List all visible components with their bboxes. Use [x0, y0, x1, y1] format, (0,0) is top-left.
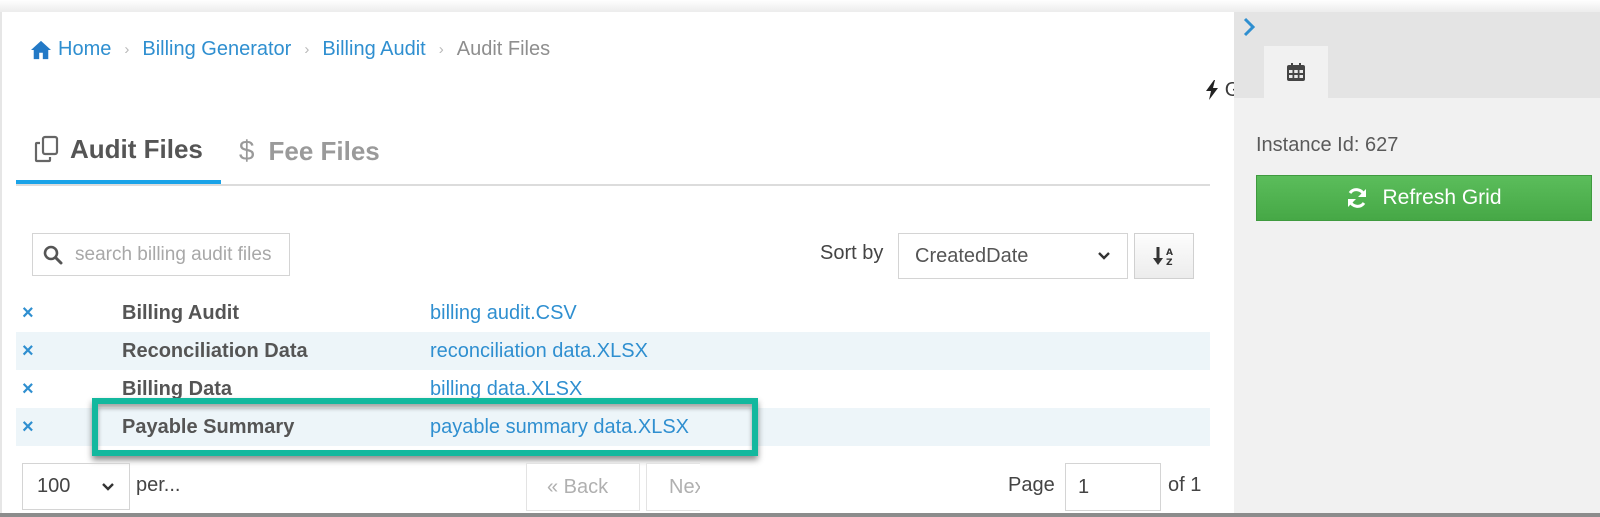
breadcrumb-billing-audit[interactable]: Billing Audit: [322, 38, 425, 61]
back-label: « Back: [547, 475, 609, 498]
copy-icon: [34, 135, 59, 163]
breadcrumb: Home › Billing Generator › Billing Audit…: [30, 38, 550, 61]
svg-text:A: A: [1166, 248, 1173, 258]
delete-icon[interactable]: ×: [16, 340, 122, 363]
search-box: [32, 233, 290, 276]
per-page-select[interactable]: 100: [22, 463, 130, 510]
tab-audit-files-label: Audit Files: [70, 133, 203, 164]
sort-direction-button[interactable]: A Z: [1134, 233, 1194, 279]
top-shadow: [0, 0, 1600, 12]
refresh-grid-label: Refresh Grid: [1382, 186, 1502, 209]
breadcrumb-separator: ›: [124, 41, 130, 58]
file-type: Billing Audit: [122, 301, 240, 324]
delete-icon[interactable]: ×: [16, 416, 122, 439]
file-link[interactable]: reconciliation data.XLSX: [430, 340, 648, 363]
side-panel: Instance Id: 627 Refresh Grid: [1234, 12, 1600, 513]
chevron-down-icon: [1098, 252, 1110, 260]
calendar-icon: [1287, 63, 1305, 81]
page-number-input[interactable]: [1065, 463, 1161, 511]
per-page-label: per...: [136, 474, 181, 496]
sort-alpha-asc-icon: A Z: [1153, 247, 1173, 267]
delete-icon[interactable]: ×: [16, 302, 122, 325]
file-link[interactable]: billing audit.CSV: [430, 302, 577, 325]
list-item: × Billing Data billing data.XLSX: [16, 370, 1210, 408]
refresh-icon: [1348, 188, 1367, 208]
page-total: of 1: [1168, 474, 1202, 496]
file-link[interactable]: payable summary data.XLSX: [430, 416, 689, 439]
calendar-tab[interactable]: [1264, 46, 1328, 98]
delete-icon[interactable]: ×: [16, 378, 122, 401]
page-label: Page: [1008, 474, 1055, 496]
breadcrumb-separator: ›: [438, 41, 444, 58]
breadcrumb-home[interactable]: Home: [58, 38, 111, 61]
breadcrumb-current: Audit Files: [456, 38, 551, 60]
bolt-icon: [1205, 80, 1218, 100]
file-type: Payable Summary: [122, 415, 295, 438]
list-item: × Reconciliation Data reconciliation dat…: [16, 332, 1210, 370]
dollar-icon: $: [238, 135, 255, 166]
search-icon: [43, 245, 63, 264]
chevron-right-icon[interactable]: [1242, 14, 1258, 40]
tab-bar: Audit Files $ Fee Files: [16, 118, 1210, 186]
svg-text:Z: Z: [1166, 258, 1173, 267]
next-button[interactable]: Next: [646, 463, 700, 511]
sort-label: Sort by: [820, 242, 884, 264]
back-button[interactable]: « Back: [526, 463, 640, 511]
tab-fee-files-label: Fee Files: [268, 135, 380, 166]
file-type: Reconciliation Data: [122, 339, 308, 362]
tab-fee-files[interactable]: $ Fee Files: [221, 118, 398, 184]
tab-audit-files[interactable]: Audit Files: [16, 118, 221, 184]
sort-by-select[interactable]: CreatedDate: [898, 233, 1128, 279]
search-input[interactable]: [75, 243, 285, 266]
sort-selected-value: CreatedDate: [915, 244, 1029, 267]
list-item: × Payable Summary payable summary data.X…: [16, 408, 1210, 446]
bottom-border: [0, 513, 1600, 517]
refresh-grid-button[interactable]: Refresh Grid: [1256, 175, 1592, 221]
list-item: × Billing Audit billing audit.CSV: [16, 294, 1210, 332]
breadcrumb-separator: ›: [304, 41, 310, 58]
next-label: Next: [669, 475, 700, 498]
breadcrumb-billing-generator[interactable]: Billing Generator: [142, 38, 291, 61]
chevron-down-icon: [102, 482, 114, 491]
home-icon: [31, 40, 51, 59]
file-type: Billing Data: [122, 377, 233, 400]
instance-id: Instance Id: 627: [1256, 134, 1399, 156]
side-panel-header: [1234, 12, 1600, 98]
per-page-value: 100: [37, 475, 71, 497]
file-link[interactable]: billing data.XLSX: [430, 378, 582, 401]
audit-file-list: × Billing Audit billing audit.CSV × Reco…: [16, 294, 1210, 446]
